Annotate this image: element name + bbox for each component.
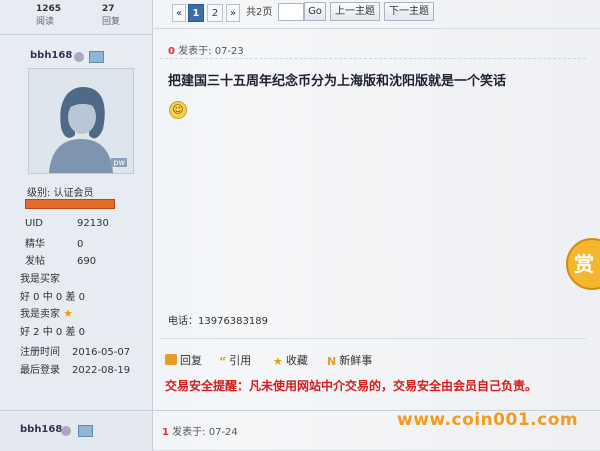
seller-rating: 好 2 中 0 差 0 bbox=[20, 327, 85, 338]
seller-row: 我是卖家 ★ bbox=[20, 305, 73, 320]
share-news-action[interactable]: N 新鲜事 bbox=[327, 352, 372, 368]
next-author-panel: bbh168 bbox=[0, 411, 153, 451]
register-label: 注册时间 bbox=[20, 347, 60, 358]
quote-label: 引用 bbox=[229, 354, 252, 367]
forum-thread-view: 1265 阅读 27 回复 bbh168 pw 级别: 认证会员 UID 921… bbox=[0, 0, 600, 451]
floor-number[interactable]: 0 bbox=[168, 46, 175, 57]
buyer-label[interactable]: 我是买家 bbox=[20, 270, 60, 285]
page-2-button[interactable]: 2 bbox=[207, 4, 223, 22]
post-header: 0 发表于: 07-23 bbox=[168, 42, 244, 57]
uid-value: 92130 bbox=[77, 218, 109, 229]
replies-label: 回复 bbox=[102, 17, 121, 27]
register-value: 2016-05-07 bbox=[72, 347, 131, 358]
next-author-username[interactable]: bbh168 bbox=[20, 424, 62, 435]
prev-topic-button[interactable]: 上一主题 bbox=[330, 2, 380, 21]
posts-value: 690 bbox=[77, 256, 97, 267]
digest-label: 精华 bbox=[25, 239, 45, 250]
share-news-label: 新鲜事 bbox=[339, 354, 373, 367]
register-row: 注册时间 2016-05-07 bbox=[20, 343, 130, 358]
posted-at: 发表于: 07-23 bbox=[178, 46, 244, 57]
prev-page-button[interactable]: « bbox=[172, 4, 186, 22]
quote-action[interactable]: “引用 bbox=[219, 352, 251, 368]
digest-value: 0 bbox=[77, 239, 84, 250]
site-watermark: www.coin001.com bbox=[397, 410, 579, 430]
message-icon[interactable] bbox=[89, 51, 104, 63]
replies-stat: 27 回复 bbox=[102, 4, 120, 27]
profile-row-posts: 发帖 690 bbox=[25, 252, 96, 267]
offline-user-icon bbox=[74, 52, 84, 62]
seller-label[interactable]: 我是卖家 bbox=[20, 309, 60, 320]
next-page-button[interactable]: » bbox=[226, 4, 240, 22]
views-label: 阅读 bbox=[36, 17, 55, 27]
author-username[interactable]: bbh168 bbox=[30, 50, 72, 61]
post-divider bbox=[160, 58, 586, 59]
page-jump-input[interactable] bbox=[278, 3, 304, 21]
thread-stats: 1265 阅读 27 回复 bbox=[0, 0, 152, 35]
phone-signature: 电话：13976383189 bbox=[168, 316, 268, 327]
reply-icon bbox=[165, 354, 177, 365]
page-1-button[interactable]: 1 bbox=[188, 4, 204, 22]
next-post-header: 1 发表于: 07-24 bbox=[162, 423, 238, 438]
views-count: 1265 bbox=[36, 4, 62, 14]
reward-button[interactable]: 赏 bbox=[566, 238, 600, 290]
next-offline-user-icon bbox=[61, 426, 71, 436]
buyer-rating: 好 0 中 0 差 0 bbox=[20, 292, 85, 303]
favorite-action[interactable]: ★ 收藏 bbox=[273, 352, 308, 368]
next-posted-at: 发表于: 07-24 bbox=[172, 427, 238, 438]
star-favorite-icon: ★ bbox=[273, 355, 283, 368]
next-topic-button[interactable]: 下一主题 bbox=[384, 2, 434, 21]
profile-row-digest: 精华 0 bbox=[25, 235, 83, 250]
last-login-value: 2022-08-19 bbox=[72, 365, 131, 376]
avatar[interactable]: pw bbox=[28, 68, 134, 174]
action-divider bbox=[160, 338, 586, 339]
trade-safety-warning: 交易安全提醒：凡未使用网站中介交易的，交易安全由会员自己负责。 bbox=[165, 379, 538, 393]
avatar-badge: pw bbox=[111, 158, 127, 167]
last-login-row: 最后登录 2022-08-19 bbox=[20, 361, 130, 376]
uid-label: UID bbox=[25, 218, 43, 229]
last-login-label: 最后登录 bbox=[20, 365, 60, 376]
posts-label: 发帖 bbox=[25, 256, 45, 267]
post-title: 把建国三十五周年纪念币分为上海版和沈阳版就是一个笑话 bbox=[168, 74, 507, 89]
profile-row-uid: UID 92130 bbox=[25, 218, 109, 229]
favorite-label: 收藏 bbox=[285, 354, 308, 367]
reply-action[interactable]: 回复 bbox=[165, 352, 202, 368]
user-level: 级别: 认证会员 bbox=[27, 188, 94, 199]
level-bar bbox=[25, 199, 115, 209]
smiley-icon: ☺ bbox=[169, 101, 187, 119]
news-icon: N bbox=[327, 355, 337, 368]
next-floor-number[interactable]: 1 bbox=[162, 427, 169, 438]
views-stat: 1265 阅读 bbox=[36, 4, 61, 27]
go-button[interactable]: Go bbox=[304, 2, 326, 21]
quote-icon: “ bbox=[219, 355, 227, 368]
next-message-icon[interactable] bbox=[78, 425, 93, 437]
replies-count: 27 bbox=[102, 4, 115, 14]
star-icon: ★ bbox=[63, 307, 74, 320]
author-panel: 1265 阅读 27 回复 bbh168 pw 级别: 认证会员 UID 921… bbox=[0, 0, 153, 450]
total-pages-text: 共2页 bbox=[246, 7, 273, 18]
reply-label: 回复 bbox=[180, 354, 202, 367]
